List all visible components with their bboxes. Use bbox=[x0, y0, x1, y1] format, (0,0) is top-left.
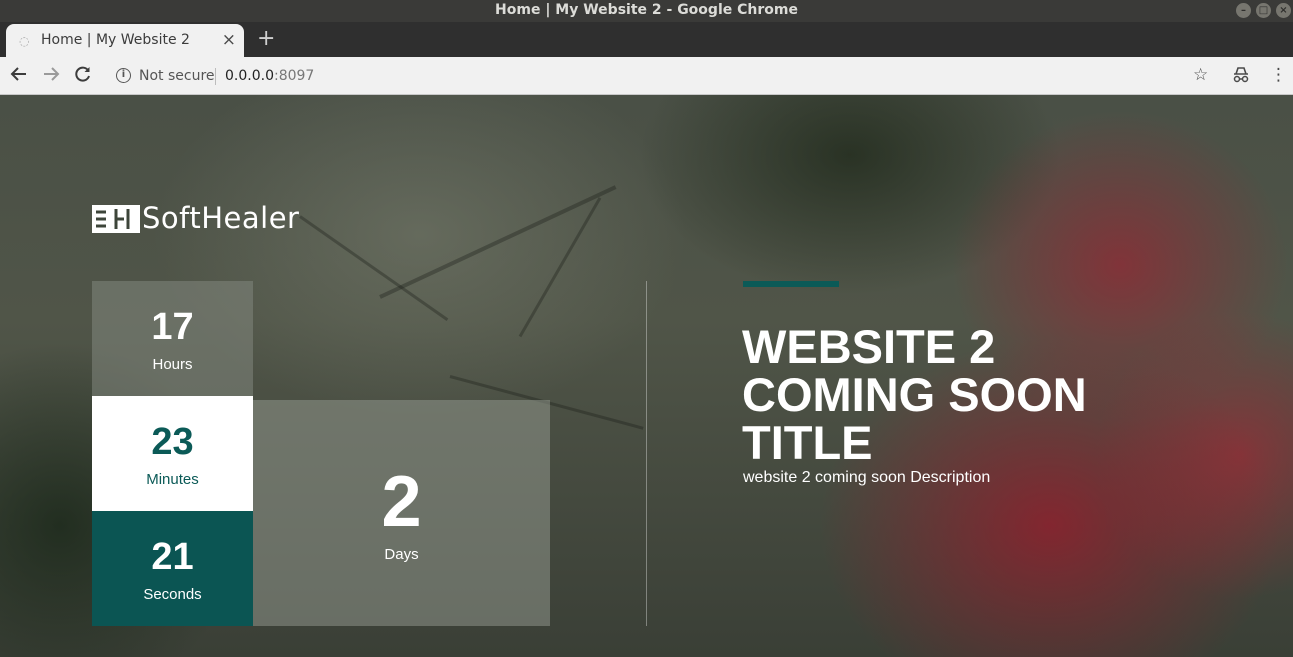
back-arrow-icon[interactable] bbox=[9, 64, 29, 89]
url-port: :8097 bbox=[273, 68, 315, 84]
new-tab-plus-icon[interactable]: + bbox=[257, 28, 275, 50]
window-title-bar: Home | My Website 2 - Google Chrome – □ … bbox=[0, 0, 1293, 22]
reload-icon[interactable] bbox=[73, 64, 93, 89]
logo-text: SoftHealer bbox=[142, 201, 300, 235]
days-value: 2 bbox=[381, 462, 422, 542]
seconds-label: Seconds bbox=[143, 586, 202, 603]
hours-value: 17 bbox=[151, 306, 194, 348]
countdown-seconds: 21 Seconds bbox=[92, 511, 253, 626]
days-label: Days bbox=[384, 546, 419, 563]
omnibox-separator bbox=[215, 68, 216, 85]
close-window-button[interactable]: × bbox=[1276, 3, 1291, 18]
window-title: Home | My Website 2 - Google Chrome bbox=[495, 2, 798, 18]
tab-strip: ◌ Home | My Website 2 × + bbox=[0, 22, 1293, 57]
url-host: 0.0.0.0 bbox=[225, 68, 274, 84]
incognito-icon[interactable] bbox=[1231, 66, 1251, 89]
countdown-minutes: 23 Minutes bbox=[92, 396, 253, 511]
security-label[interactable]: Not secure bbox=[139, 68, 215, 84]
menu-kebab-icon[interactable]: ⋮ bbox=[1270, 65, 1287, 85]
url-text[interactable]: 0.0.0.0:8097 bbox=[225, 68, 314, 84]
accent-bar bbox=[743, 281, 839, 287]
seconds-value: 21 bbox=[151, 536, 194, 578]
tab-title: Home | My Website 2 bbox=[41, 32, 190, 48]
minimize-window-button[interactable]: – bbox=[1236, 3, 1251, 18]
maximize-window-button[interactable]: □ bbox=[1256, 3, 1271, 18]
address-bar[interactable]: i Not secure 0.0.0.0:8097 bbox=[104, 62, 1224, 90]
background-branch bbox=[518, 197, 602, 338]
info-icon[interactable]: i bbox=[116, 68, 131, 83]
background-branch bbox=[299, 215, 449, 321]
page-favicon-icon: ◌ bbox=[19, 34, 30, 48]
tab-home[interactable]: ◌ Home | My Website 2 × bbox=[6, 24, 244, 57]
browser-toolbar: i Not secure 0.0.0.0:8097 ☆ ⋮ bbox=[0, 57, 1293, 95]
star-icon[interactable]: ☆ bbox=[1193, 65, 1208, 85]
coming-soon-description: website 2 coming soon Description bbox=[743, 469, 991, 486]
background-branch bbox=[379, 185, 617, 299]
logo-mark-icon bbox=[92, 205, 140, 233]
hours-label: Hours bbox=[152, 356, 193, 373]
coming-soon-title: WEBSITE 2 COMING SOON TITLE bbox=[742, 320, 1087, 469]
tab-close-icon[interactable]: × bbox=[222, 30, 236, 50]
forward-arrow-icon[interactable] bbox=[41, 64, 61, 89]
minutes-value: 23 bbox=[151, 421, 194, 463]
minutes-label: Minutes bbox=[146, 471, 199, 488]
page-body: SoftHealer 17 Hours 23 Minutes 21 Second… bbox=[0, 95, 1293, 657]
countdown-days: 2 Days bbox=[253, 400, 550, 626]
vertical-divider bbox=[646, 281, 647, 626]
countdown-hours: 17 Hours bbox=[92, 281, 253, 396]
